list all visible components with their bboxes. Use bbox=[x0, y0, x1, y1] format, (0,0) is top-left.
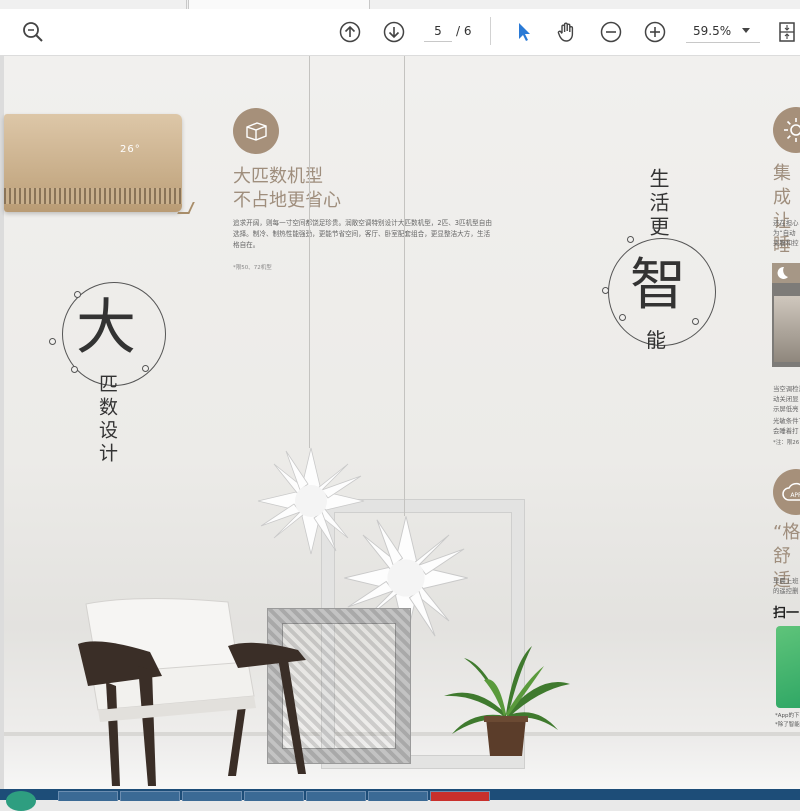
toolbar-divider bbox=[490, 17, 491, 45]
right-footnote: *App的下 *除了智能 bbox=[775, 713, 800, 728]
vertical-text-right: 生活更 bbox=[646, 168, 670, 240]
hand-pan-icon[interactable] bbox=[554, 19, 580, 45]
page-number-input[interactable] bbox=[424, 21, 452, 42]
ring-dot bbox=[692, 318, 699, 325]
cube-icon bbox=[233, 108, 279, 154]
zoom-value: 59.5% bbox=[693, 24, 732, 38]
feature-body-text: 追求开阔，则每一寸空间都饶足珍贵。润敞空调特别设计大匹数机型，2匹、3匹机型自由… bbox=[233, 219, 492, 249]
pdf-toolbar: / 6 59.5% bbox=[0, 9, 800, 56]
big-char-left: 大 bbox=[76, 293, 136, 363]
app-icon: APP bbox=[773, 469, 800, 515]
right-text-c: 光敏条件下 会睡着打 bbox=[773, 417, 800, 435]
potted-plant-image bbox=[444, 646, 570, 756]
ac-display: 26° bbox=[120, 144, 141, 155]
right-text-d: 早晨上班 的遥控删 bbox=[773, 577, 799, 595]
start-button[interactable] bbox=[6, 791, 36, 811]
ring-dot bbox=[71, 366, 78, 373]
os-taskbar bbox=[0, 789, 800, 811]
ring-dot bbox=[49, 338, 56, 345]
ring-dot bbox=[602, 287, 609, 294]
fit-page-icon[interactable] bbox=[776, 19, 798, 45]
sun-icon bbox=[773, 107, 800, 153]
ring-dot bbox=[619, 314, 626, 321]
document-tab[interactable] bbox=[0, 0, 187, 9]
zoom-in-icon[interactable] bbox=[642, 19, 668, 45]
ac-vent bbox=[4, 188, 182, 204]
right-title-1-line1: 集成 bbox=[773, 163, 791, 208]
right-text-b: 当空调检测 动关闭显 示屏低亮 bbox=[773, 385, 800, 413]
pdf-page: 26° 大匹数机型 不占地更省心 追求开阔，则每一寸空间都饶足珍贵。润敞空调特别… bbox=[4, 56, 800, 789]
right-text-a: 还在担心 为“自动 夹腹和控 bbox=[773, 219, 799, 247]
svg-text:APP: APP bbox=[790, 492, 800, 499]
moon-icon bbox=[777, 266, 788, 279]
tab-strip bbox=[0, 0, 800, 9]
ring-dot bbox=[142, 365, 149, 372]
lamp-cord bbox=[404, 56, 405, 516]
right-note-c: *注：限26 bbox=[773, 440, 800, 446]
right-image-photo bbox=[774, 296, 800, 362]
chevron-down-icon bbox=[742, 28, 750, 33]
lamp-cord bbox=[309, 56, 310, 448]
bottom-char-right: 能 bbox=[646, 328, 666, 352]
document-viewport[interactable]: 26° 大匹数机型 不占地更省心 追求开阔，则每一寸空间都饶足珍贵。润敞空调特别… bbox=[0, 56, 800, 789]
document-tab-active[interactable] bbox=[188, 0, 370, 9]
zoom-out-icon[interactable] bbox=[598, 19, 624, 45]
zoom-select[interactable]: 59.5% bbox=[686, 21, 760, 43]
qr-code-panel bbox=[776, 626, 800, 708]
page-total: / 6 bbox=[456, 24, 472, 38]
select-arrow-icon[interactable] bbox=[511, 19, 537, 45]
feature-footnote: *限50、72机型 bbox=[233, 265, 272, 271]
vertical-text-left: 匹数设计 bbox=[96, 374, 118, 466]
feature-title-line2: 不占地更省心 bbox=[233, 190, 341, 211]
big-char-right: 智 bbox=[630, 253, 686, 318]
right-image-header bbox=[772, 263, 800, 283]
scan-label: 扫一 bbox=[773, 606, 800, 621]
zoom-search-icon[interactable] bbox=[20, 19, 46, 45]
ring-dot bbox=[627, 236, 634, 243]
page-down-icon[interactable] bbox=[381, 19, 407, 45]
right-title-2-line1: “格 bbox=[773, 522, 800, 543]
armchair-image bbox=[78, 597, 306, 786]
page-up-icon[interactable] bbox=[337, 19, 363, 45]
